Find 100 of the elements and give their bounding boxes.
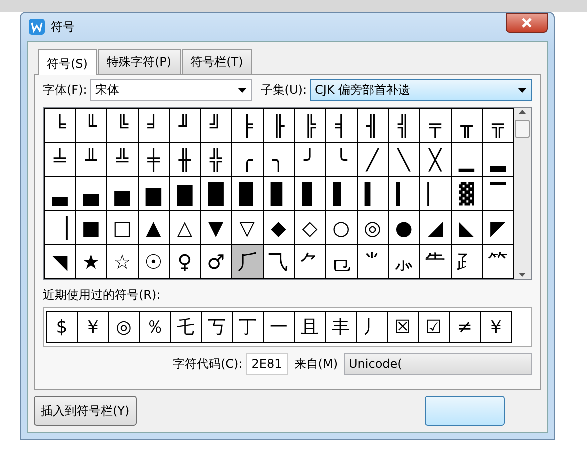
recent-symbol[interactable]: ￥	[77, 311, 109, 343]
symbol-cell[interactable]: ▌	[326, 176, 358, 210]
tab[interactable]: 符号(S)	[38, 49, 97, 75]
scrollbar[interactable]	[514, 108, 531, 279]
symbol-cell[interactable]: ▼	[200, 210, 232, 244]
char-code-field[interactable]: 2E81	[246, 353, 288, 375]
symbol-cell[interactable]: ╯	[294, 142, 326, 176]
recent-symbol[interactable]: 且	[294, 311, 326, 343]
symbol-cell[interactable]: ╛	[138, 108, 170, 142]
window-title: 符号	[51, 19, 75, 36]
symbol-cell[interactable]: ▏	[420, 176, 452, 210]
recent-symbol[interactable]: ￥	[480, 311, 512, 343]
recent-symbol[interactable]: ☑	[418, 311, 450, 343]
symbol-cell[interactable]: ╨	[76, 142, 107, 176]
symbol-cell[interactable]: ◣	[451, 210, 482, 244]
source-dropdown[interactable]: Unicode(	[344, 353, 532, 375]
recent-symbol[interactable]: $	[46, 311, 78, 343]
symbol-cell[interactable]: ▲	[138, 210, 170, 244]
symbol-cell[interactable]: ⺋	[326, 244, 358, 278]
font-dropdown[interactable]: 宋体	[90, 79, 252, 101]
symbol-cell[interactable]: ▕	[44, 210, 76, 244]
symbol-cell[interactable]: ╥	[451, 108, 482, 142]
symbol-cell[interactable]: ⺧	[420, 244, 452, 278]
symbol-cell[interactable]: ▍	[357, 176, 388, 210]
symbol-cell[interactable]: ╮	[263, 142, 294, 176]
recent-symbol[interactable]: ≠	[449, 311, 481, 343]
symbol-cell[interactable]: ◆	[263, 210, 294, 244]
symbol-cell[interactable]: ▃	[44, 176, 76, 210]
symbol-cell[interactable]: ▋	[294, 176, 326, 210]
recent-symbol[interactable]: ◎	[108, 311, 140, 343]
symbol-cell[interactable]: ╳	[420, 142, 452, 176]
symbol-cell[interactable]: ╰	[326, 142, 358, 176]
recent-symbol[interactable]: 丰	[325, 311, 357, 343]
recent-symbol[interactable]: 丁	[232, 311, 264, 343]
recent-symbol[interactable]: 乇	[170, 311, 202, 343]
recent-symbol[interactable]: ％	[139, 311, 171, 343]
symbol-cell[interactable]: ▆	[138, 176, 170, 210]
symbol-cell[interactable]: ╧	[44, 142, 76, 176]
symbol-cell[interactable]: ♀	[169, 244, 200, 278]
symbol-cell[interactable]: ╙	[76, 108, 107, 142]
symbol-cell[interactable]: █	[200, 176, 232, 210]
symbol-cell[interactable]: ⺌	[357, 244, 388, 278]
symbol-cell[interactable]: ○	[326, 210, 358, 244]
symbol-cell[interactable]: △	[169, 210, 200, 244]
symbol-cell[interactable]: ★	[76, 244, 107, 278]
symbol-cell[interactable]: ╪	[138, 142, 170, 176]
scroll-thumb[interactable]	[515, 120, 530, 138]
symbol-cell[interactable]: ╩	[106, 142, 138, 176]
symbol-cell[interactable]: ■	[76, 210, 107, 244]
symbol-cell[interactable]: ╘	[44, 108, 76, 142]
symbol-cell[interactable]: ⺪	[451, 244, 482, 278]
close-icon	[521, 18, 533, 28]
tab[interactable]: 特殊字符(P)	[98, 49, 181, 74]
symbol-cell[interactable]: ⺗	[388, 244, 420, 278]
char-code-label: 字符代码(C):	[172, 356, 243, 373]
symbol-cell[interactable]: ⺈	[294, 244, 326, 278]
symbol-cell[interactable]: ▉	[232, 176, 263, 210]
symbol-cell[interactable]: ◥	[44, 244, 76, 278]
symbol-cell[interactable]: ☉	[138, 244, 170, 278]
symbol-cell[interactable]: ▁	[451, 142, 482, 176]
symbol-cell[interactable]: ▄	[76, 176, 107, 210]
symbol-cell[interactable]: ◇	[294, 210, 326, 244]
symbol-cell[interactable]: ◢	[420, 210, 452, 244]
scroll-up-icon[interactable]	[519, 110, 526, 114]
symbol-cell[interactable]: ╡	[326, 108, 358, 142]
symbol-cell[interactable]: ☆	[106, 244, 138, 278]
symbol-cell[interactable]: ╣	[388, 108, 420, 142]
recent-symbol[interactable]: ☒	[387, 311, 419, 343]
symbol-cell[interactable]: ▎	[388, 176, 420, 210]
scroll-down-icon[interactable]	[519, 273, 526, 277]
dialog-button[interactable]	[425, 396, 505, 426]
recent-symbol[interactable]: 丂	[201, 311, 233, 343]
symbol-cell[interactable]: ▊	[263, 176, 294, 210]
symbol-cell[interactable]: ▅	[106, 176, 138, 210]
symbol-cell[interactable]: ╝	[200, 108, 232, 142]
symbol-cell[interactable]: ╢	[357, 108, 388, 142]
symbol-cell[interactable]: ╱	[357, 142, 388, 176]
symbol-cell[interactable]: ╠	[294, 108, 326, 142]
symbol-cell[interactable]: ╞	[232, 108, 263, 142]
symbol-cell[interactable]: ╲	[388, 142, 420, 176]
symbol-cell[interactable]: ▇	[169, 176, 200, 210]
symbol-cell[interactable]: ╫	[169, 142, 200, 176]
close-button[interactable]	[506, 13, 548, 33]
recent-symbol[interactable]: 一	[263, 311, 295, 343]
insert-to-bar-button[interactable]: 插入到符号栏(Y)	[34, 396, 137, 426]
symbol-cell[interactable]: ╜	[169, 108, 200, 142]
symbol-cell[interactable]: ◎	[357, 210, 388, 244]
symbol-cell[interactable]: ╭	[232, 142, 263, 176]
symbol-cell[interactable]: ⺄	[263, 244, 294, 278]
symbol-cell[interactable]: ●	[388, 210, 420, 244]
recent-symbol[interactable]: 丿	[356, 311, 388, 343]
subset-dropdown[interactable]: CJK 偏旁部首补遗	[310, 79, 532, 101]
symbol-cell[interactable]: ╬	[200, 142, 232, 176]
symbol-cell[interactable]: ╤	[420, 108, 452, 142]
tab[interactable]: 符号栏(T)	[182, 49, 252, 74]
symbol-cell[interactable]: ╟	[263, 108, 294, 142]
symbol-cell[interactable]: □	[106, 210, 138, 244]
symbol-cell[interactable]: ⺁	[232, 244, 263, 278]
symbol-cell[interactable]: ╚	[106, 108, 138, 142]
symbol-cell[interactable]: ▓	[451, 176, 482, 210]
